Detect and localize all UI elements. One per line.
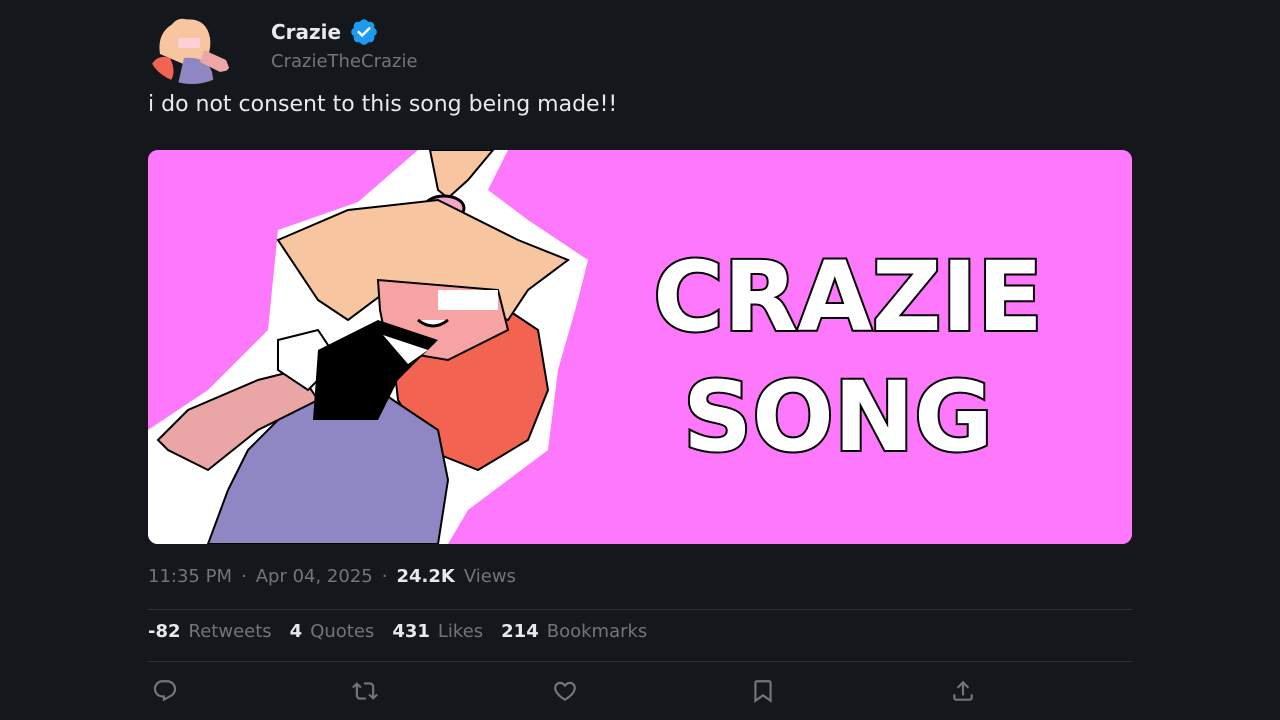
- tweet-media-image[interactable]: CRAZIE SONG: [148, 150, 1132, 544]
- bookmark-button[interactable]: [746, 676, 780, 706]
- name-row: Crazie: [271, 15, 418, 49]
- retweets-stat[interactable]: -82 Retweets: [148, 621, 272, 642]
- engagement-stats: -82 Retweets 4 Quotes 431 Likes 214 Bookmark…: [148, 621, 647, 642]
- retweets-count: -82: [148, 621, 181, 642]
- retweets-label: Retweets: [188, 621, 272, 642]
- reply-button[interactable]: [148, 676, 182, 706]
- retweet-icon: [352, 682, 378, 700]
- reply-icon: [153, 680, 177, 702]
- tweet-time[interactable]: 11:35 PM: [148, 566, 232, 587]
- song-thumbnail: CRAZIE SONG: [148, 150, 1132, 544]
- verified-badge-icon: [351, 19, 377, 45]
- divider: [148, 661, 1132, 662]
- media-title-line2: SONG: [683, 361, 993, 473]
- avatar[interactable]: [148, 14, 236, 84]
- likes-stat[interactable]: 431 Likes: [392, 621, 483, 642]
- media-title-line1: CRAZIE: [653, 241, 1043, 353]
- author-handle[interactable]: CrazieTheCrazie: [271, 51, 418, 72]
- likes-count: 431: [392, 621, 430, 642]
- author-block: Crazie CrazieTheCrazie: [271, 15, 418, 72]
- tweet-date[interactable]: Apr 04, 2025: [256, 566, 373, 587]
- views-label: Views: [463, 566, 516, 587]
- tweet: Crazie CrazieTheCrazie i do not consent …: [148, 0, 1132, 720]
- likes-label: Likes: [437, 621, 484, 642]
- quotes-count: 4: [289, 621, 303, 642]
- author-name[interactable]: Crazie: [271, 20, 341, 44]
- tweet-text: i do not consent to this song being made…: [148, 92, 618, 117]
- meta-separator: ·: [381, 566, 388, 587]
- bookmark-icon: [754, 680, 772, 703]
- views-count: 24.2K: [396, 566, 455, 587]
- like-icon: [554, 681, 576, 701]
- bookmarks-count: 214: [501, 621, 539, 642]
- quotes-stat[interactable]: 4 Quotes: [290, 621, 375, 642]
- meta-separator: ·: [240, 566, 247, 587]
- share-button[interactable]: [946, 676, 980, 706]
- quotes-label: Quotes: [310, 621, 375, 642]
- bookmarks-stat[interactable]: 214 Bookmarks: [501, 621, 647, 642]
- tweet-meta: 11:35 PM · Apr 04, 2025 · 24.2K Views: [148, 566, 516, 587]
- divider: [148, 609, 1132, 610]
- bookmarks-label: Bookmarks: [546, 621, 648, 642]
- retweet-button[interactable]: [348, 676, 382, 706]
- action-bar: [148, 676, 1132, 706]
- like-button[interactable]: [548, 676, 582, 706]
- share-icon: [953, 680, 973, 701]
